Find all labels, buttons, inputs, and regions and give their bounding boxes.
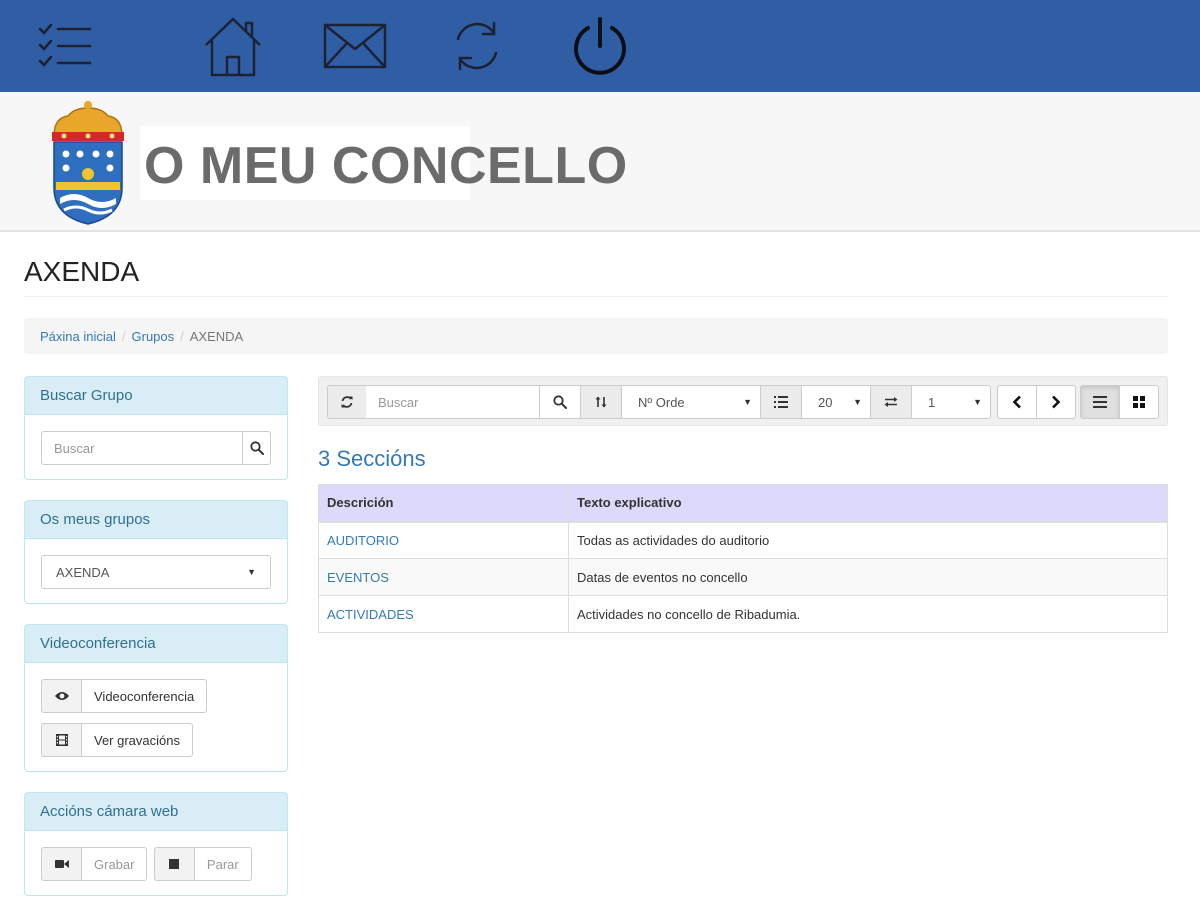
my-groups-select[interactable]: AXENDA ▼ — [41, 555, 271, 589]
table-header-row: Descrición Texto explicativo — [318, 484, 1168, 523]
section-link[interactable]: AUDITORIO — [327, 533, 399, 548]
my-groups-panel-title: Os meus grupos — [25, 501, 287, 539]
site-brand-title: O MEU CONCELLO — [144, 137, 628, 195]
chevron-left-icon — [1012, 395, 1021, 409]
record-button[interactable]: Grabar — [41, 847, 148, 881]
table-cell-explanation: Todas as actividades do auditorio — [568, 521, 1168, 559]
checklist-menu-icon[interactable] — [34, 12, 94, 80]
title-divider — [24, 296, 1168, 297]
view-recordings-button-label: Ver gravacións — [81, 723, 193, 757]
search-icon — [553, 395, 567, 409]
videoconference-panel: Videoconferencia Videoconferencia Ver gr… — [24, 624, 288, 772]
caret-down-icon: ▼ — [743, 397, 752, 407]
transfer-icon — [884, 397, 898, 407]
grid-view-button[interactable] — [1119, 385, 1159, 419]
search-group-panel-title: Buscar Grupo — [25, 377, 287, 415]
sections-table: Descrición Texto explicativo AUDITORIO T… — [318, 484, 1168, 633]
page-size-value: 20 — [818, 394, 833, 410]
site-header: O MEU CONCELLO — [0, 92, 1200, 232]
refresh-icon — [341, 396, 353, 408]
section-link[interactable]: ACTIVIDADES — [327, 607, 414, 622]
eye-icon — [41, 679, 81, 713]
record-button-label: Grabar — [81, 847, 148, 881]
grid-view-icon — [1133, 396, 1145, 408]
breadcrumb-home-link[interactable]: Páxina inicial — [40, 329, 116, 344]
group-search-input-group — [41, 431, 271, 465]
stop-button[interactable]: Parar — [153, 847, 252, 881]
breadcrumb-current: AXENDA — [189, 328, 244, 344]
caret-down-icon: ▼ — [247, 567, 256, 577]
toolbar-search-field — [366, 385, 540, 419]
breadcrumb-separator: / — [180, 328, 184, 344]
my-groups-panel: Os meus grupos AXENDA ▼ — [24, 500, 288, 604]
table-cell-description: EVENTOS — [318, 558, 569, 596]
top-navbar — [0, 0, 1200, 92]
column-header-description[interactable]: Descrición — [318, 484, 569, 523]
stop-icon — [153, 847, 194, 881]
chevron-right-icon — [1052, 395, 1061, 409]
page-number-value: 1 — [928, 394, 936, 410]
breadcrumb-groups-link[interactable]: Grupos — [132, 329, 175, 344]
group-search-input[interactable] — [41, 431, 243, 465]
home-icon[interactable] — [200, 12, 266, 80]
video-camera-icon — [41, 847, 81, 881]
videoconference-panel-body: Videoconferencia Ver gravacións — [25, 663, 287, 783]
page-title: AXENDA — [24, 256, 140, 287]
stop-button-label: Parar — [193, 847, 252, 881]
previous-page-button[interactable] — [997, 385, 1037, 419]
table-cell-description: ACTIVIDADES — [318, 595, 569, 633]
section-link[interactable]: EVENTOS — [327, 570, 389, 585]
breadcrumb: Páxina inicial / Grupos / AXENDA — [24, 318, 1168, 354]
go-to-page-button[interactable] — [870, 385, 912, 419]
search-group-panel-body — [25, 415, 287, 481]
page-size-select[interactable]: 20 ▼ — [801, 385, 871, 419]
sections-count: 3 Seccións — [318, 446, 426, 471]
sort-icon — [595, 396, 607, 408]
toolbar-search-input[interactable] — [366, 387, 539, 417]
table-cell-explanation: Datas de eventos no concello — [568, 558, 1168, 596]
my-groups-panel-body: AXENDA ▼ — [25, 539, 287, 605]
table-row: AUDITORIO Todas as actividades do audito… — [318, 521, 1168, 559]
webcam-actions-panel-body: Grabar Parar — [25, 831, 287, 900]
webcam-actions-panel-title: Accións cámara web — [25, 793, 287, 831]
group-search-button[interactable] — [243, 431, 271, 465]
list-toolbar: Nº Orde ▼ 20 ▼ 1 ▼ — [318, 376, 1168, 426]
refresh-icon[interactable] — [446, 12, 508, 80]
next-page-button[interactable] — [1036, 385, 1076, 419]
table-row: EVENTOS Datas de eventos no concello — [318, 558, 1168, 596]
column-header-explanatory-text[interactable]: Texto explicativo — [568, 484, 1168, 523]
list-icon — [774, 396, 788, 408]
caret-down-icon: ▼ — [973, 397, 982, 407]
view-recordings-button[interactable]: Ver gravacións — [41, 723, 193, 757]
search-icon — [249, 441, 264, 455]
webcam-actions-panel: Accións cámara web Grabar Parar — [24, 792, 288, 896]
breadcrumb-separator: / — [121, 328, 126, 344]
videoconference-button[interactable]: Videoconferencia — [41, 679, 208, 713]
table-cell-explanation: Actividades no concello de Ribadumia. — [568, 595, 1168, 633]
my-groups-selected-value: AXENDA — [56, 564, 110, 580]
power-icon[interactable] — [568, 12, 632, 80]
coat-of-arms-logo — [44, 100, 132, 226]
film-icon — [41, 723, 81, 757]
list-view-icon — [1093, 396, 1107, 408]
page-number-select[interactable]: 1 ▼ — [911, 385, 991, 419]
videoconference-panel-title: Videoconferencia — [25, 625, 287, 663]
sort-direction-button[interactable] — [580, 385, 622, 419]
order-by-value: Nº Orde — [638, 394, 685, 410]
videoconference-button-label: Videoconferencia — [81, 679, 208, 713]
table-cell-description: AUDITORIO — [318, 521, 569, 559]
table-row: ACTIVIDADES Actividades no concello de R… — [318, 595, 1168, 633]
caret-down-icon: ▼ — [853, 397, 862, 407]
mail-icon[interactable] — [322, 12, 388, 80]
toolbar-search-button[interactable] — [539, 385, 581, 419]
reload-button[interactable] — [327, 385, 367, 419]
list-view-button[interactable] — [1080, 385, 1120, 419]
search-group-panel: Buscar Grupo — [24, 376, 288, 480]
order-by-select[interactable]: Nº Orde ▼ — [621, 385, 761, 419]
page-size-button[interactable] — [760, 385, 802, 419]
